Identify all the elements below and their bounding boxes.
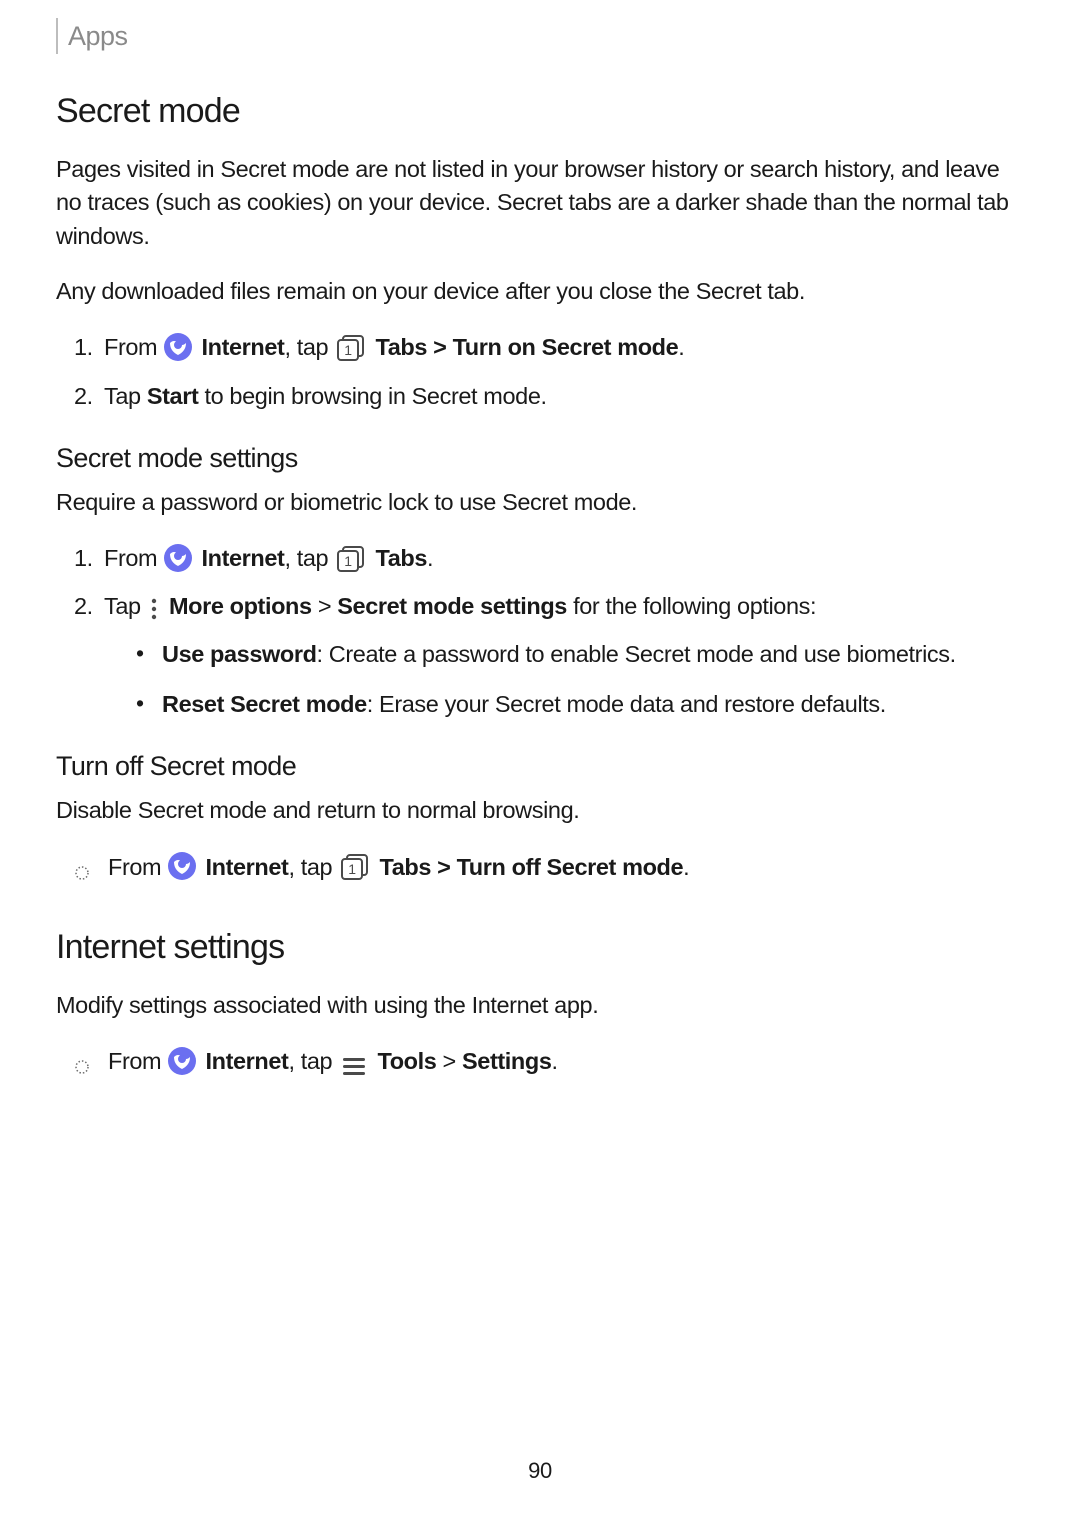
para-settings: Require a password or biometric lock to … [56, 486, 1024, 519]
text-bold: Use password [162, 641, 317, 667]
para-internet-settings: Modify settings associated with using th… [56, 989, 1024, 1022]
breadcrumb-label: Apps [68, 21, 128, 52]
step-number: 1. [74, 541, 93, 575]
text: From [108, 854, 167, 880]
breadcrumb: Apps [56, 18, 1024, 54]
text-bold: Internet [202, 334, 285, 360]
internet-icon [164, 333, 192, 361]
text: for the following options: [567, 593, 816, 619]
list-item: From Internet, tap Tabs > Turn off Secre… [74, 850, 1024, 884]
text-bold: Tabs [375, 545, 427, 571]
text: , tap [284, 334, 334, 360]
list-item: Use password: Create a password to enabl… [136, 637, 1024, 671]
list-item: 1. From Internet, tap Tabs. [74, 541, 1024, 575]
list-turn-off: From Internet, tap Tabs > Turn off Secre… [74, 850, 1024, 884]
heading-turn-off: Turn off Secret mode [56, 751, 1024, 782]
text: , tap [288, 1048, 338, 1074]
internet-icon [168, 1047, 196, 1075]
text: : Create a password to enable Secret mod… [317, 641, 956, 667]
breadcrumb-divider [56, 18, 58, 54]
heading-internet-settings: Internet settings [56, 928, 1024, 967]
text-bold: Secret mode settings [337, 593, 567, 619]
tabs-icon [340, 853, 370, 879]
text: From [104, 334, 163, 360]
text: , tap [284, 545, 334, 571]
para-turn-off: Disable Secret mode and return to normal… [56, 794, 1024, 827]
page-number: 90 [56, 1458, 1024, 1484]
text: . [427, 545, 433, 571]
text: , tap [288, 854, 338, 880]
text-bold: Tools [377, 1048, 436, 1074]
text-bold: Internet [206, 1048, 289, 1074]
text: to begin browsing in Secret mode. [198, 383, 546, 409]
text: . [683, 854, 689, 880]
step-number: 2. [74, 589, 93, 623]
dotted-circle-icon [74, 856, 90, 890]
text: : Erase your Secret mode data and restor… [367, 691, 886, 717]
list-secret-mode-steps: 1. From Internet, tap Tabs > Turn on Sec… [74, 330, 1024, 412]
text-bold: Internet [202, 545, 285, 571]
list-item: 2. Tap Start to begin browsing in Secret… [74, 379, 1024, 413]
internet-icon [164, 544, 192, 572]
step-number: 1. [74, 330, 93, 364]
heading-secret-mode-settings: Secret mode settings [56, 443, 1024, 474]
text-bold: > Turn on Secret mode [427, 334, 678, 360]
para-secret-mode-1: Pages visited in Secret mode are not lis… [56, 153, 1024, 253]
text-bold: Tabs [379, 854, 431, 880]
list-item: Reset Secret mode: Erase your Secret mod… [136, 687, 1024, 721]
text: . [552, 1048, 558, 1074]
text: From [104, 545, 163, 571]
text: Tap [104, 593, 147, 619]
text-bold: More options [169, 593, 312, 619]
list-settings-steps: 1. From Internet, tap Tabs. 2. Tap More … [74, 541, 1024, 721]
para-secret-mode-2: Any downloaded files remain on your devi… [56, 275, 1024, 308]
tools-icon [341, 1051, 367, 1071]
text: > [312, 593, 338, 619]
tabs-icon [336, 334, 366, 360]
list-item: From Internet, tap Tools > Settings. [74, 1044, 1024, 1078]
heading-secret-mode: Secret mode [56, 92, 1024, 131]
list-internet-settings: From Internet, tap Tools > Settings. [74, 1044, 1024, 1078]
text: Tap [104, 383, 147, 409]
text-bold: > Turn off Secret mode [431, 854, 683, 880]
sublist-options: Use password: Create a password to enabl… [136, 637, 1024, 721]
step-number: 2. [74, 379, 93, 413]
text-bold: Reset Secret mode [162, 691, 367, 717]
text-bold: Internet [206, 854, 289, 880]
text: . [678, 334, 684, 360]
more-options-icon [150, 595, 158, 617]
text: From [108, 1048, 167, 1074]
text: > [436, 1048, 462, 1074]
list-item: 2. Tap More options > Secret mode settin… [74, 589, 1024, 721]
text-bold: Tabs [375, 334, 427, 360]
list-item: 1. From Internet, tap Tabs > Turn on Sec… [74, 330, 1024, 364]
internet-icon [168, 852, 196, 880]
tabs-icon [336, 545, 366, 571]
dotted-circle-icon [74, 1050, 90, 1084]
text-bold: Start [147, 383, 199, 409]
text-bold: Settings [462, 1048, 552, 1074]
